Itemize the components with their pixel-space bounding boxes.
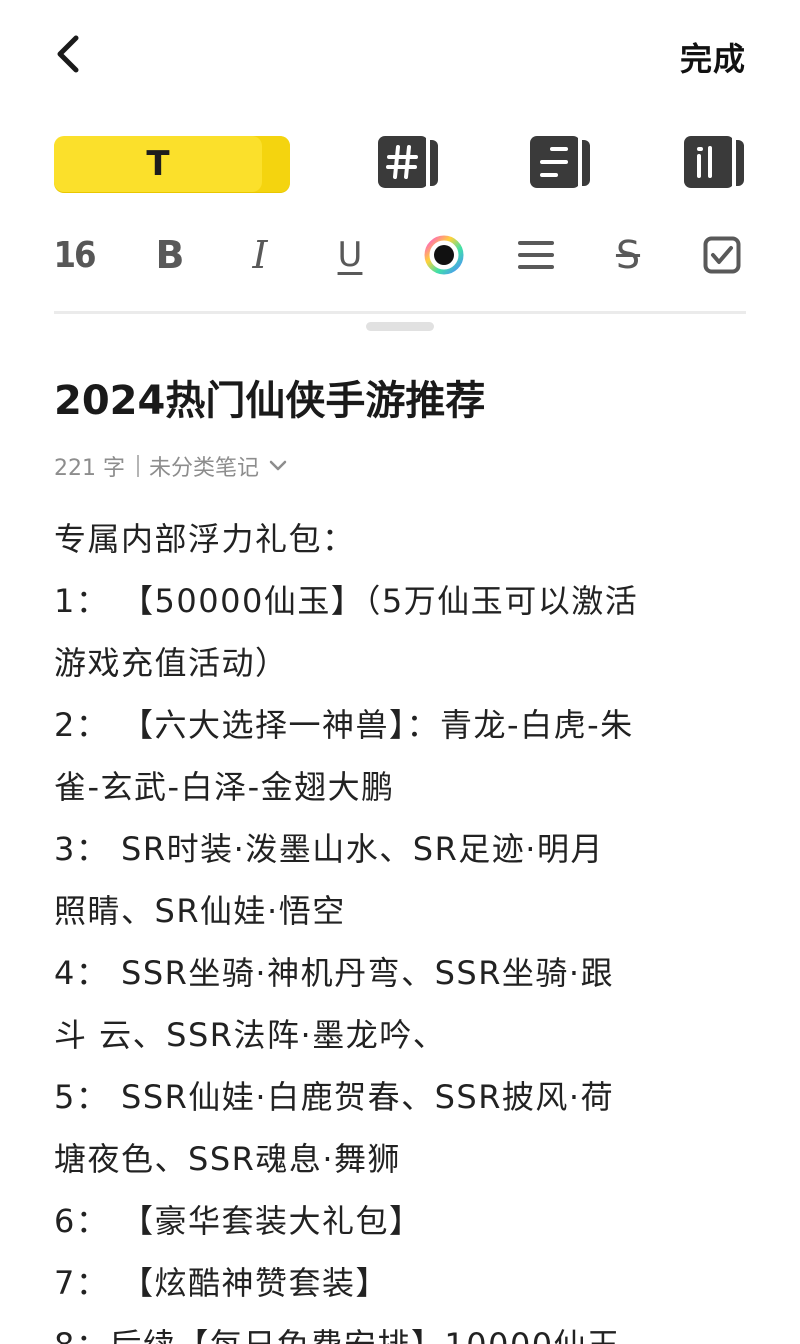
bold-button[interactable]: B — [150, 226, 190, 284]
body-line: 雀-玄武-白泽-金翅大鹏 — [54, 768, 395, 806]
body-line: 照睛、SR仙娃·悟空 — [54, 892, 346, 930]
note-meta: 221 字 未分类笔记 — [54, 450, 289, 482]
strikethrough-button[interactable]: S — [606, 226, 650, 284]
checkbox-button[interactable] — [700, 226, 744, 284]
tab-list-style[interactable] — [530, 134, 592, 190]
back-button[interactable] — [46, 30, 90, 78]
body-line: 游戏充值活动） — [54, 644, 289, 682]
body-line: 专属内部浮力礼包： — [54, 520, 356, 558]
italic-button[interactable]: I — [240, 226, 280, 284]
underline-button[interactable]: U — [330, 226, 370, 284]
align-button[interactable] — [514, 226, 558, 284]
toolbar-divider — [54, 311, 746, 314]
note-title[interactable]: 2024热门仙侠手游推荐 — [54, 368, 485, 426]
category-label: 未分类笔记 — [149, 456, 260, 481]
done-button[interactable]: 完成 — [680, 34, 746, 80]
body-line: 5： SSR仙娃·白鹿贺春、SSR披风·荷 — [54, 1078, 615, 1116]
align-icon — [518, 241, 554, 269]
drag-handle[interactable] — [366, 322, 434, 331]
body-line: 4： SSR坐骑·神机丹弯、SSR坐骑·跟 — [54, 954, 615, 992]
tab-hashtag[interactable] — [378, 134, 440, 190]
tab-text-style[interactable]: T — [54, 136, 290, 192]
chevron-left-icon — [57, 35, 79, 73]
chevron-down-icon — [269, 460, 287, 471]
category-selector[interactable]: 未分类笔记 — [149, 450, 289, 482]
top-bar: 完成 — [0, 0, 800, 110]
font-size-button[interactable]: 16 — [53, 226, 96, 284]
note-body[interactable]: 专属内部浮力礼包： 1： 【50000仙玉】（5万仙玉可以激活 游戏充值活动） … — [54, 508, 754, 1344]
body-line: 6： 【豪华套装大礼包】 — [54, 1202, 423, 1240]
body-line: 1： 【50000仙玉】（5万仙玉可以激活 — [54, 582, 639, 620]
format-toolbar: 16 B I U S — [53, 226, 746, 284]
body-line: 7： 【炫酷神赞套装】 — [54, 1264, 390, 1302]
columns-icon — [684, 136, 744, 188]
style-tabs: T — [54, 134, 746, 194]
tab-columns[interactable] — [684, 134, 746, 190]
text-style-label: T — [146, 144, 170, 184]
meta-separator — [137, 455, 139, 477]
checkbox-icon — [703, 236, 741, 274]
color-picker-icon — [424, 235, 464, 275]
hashtag-icon — [378, 136, 438, 188]
body-line: 斗 云、SSR法阵·墨龙吟、 — [54, 1016, 447, 1054]
body-line: 2： 【六大选择一神兽】：青龙-白虎-朱 — [54, 706, 634, 744]
list-style-icon — [530, 136, 590, 188]
word-count: 221 字 — [54, 456, 125, 481]
body-line: 8：后续【每日免费安排】10000仙玉 — [54, 1314, 754, 1344]
body-line: 塘夜色、SSR魂息·舞狮 — [54, 1140, 402, 1178]
body-line: 3： SR时装·泼墨山水、SR足迹·明月 — [54, 830, 604, 868]
text-color-button[interactable] — [422, 226, 466, 284]
